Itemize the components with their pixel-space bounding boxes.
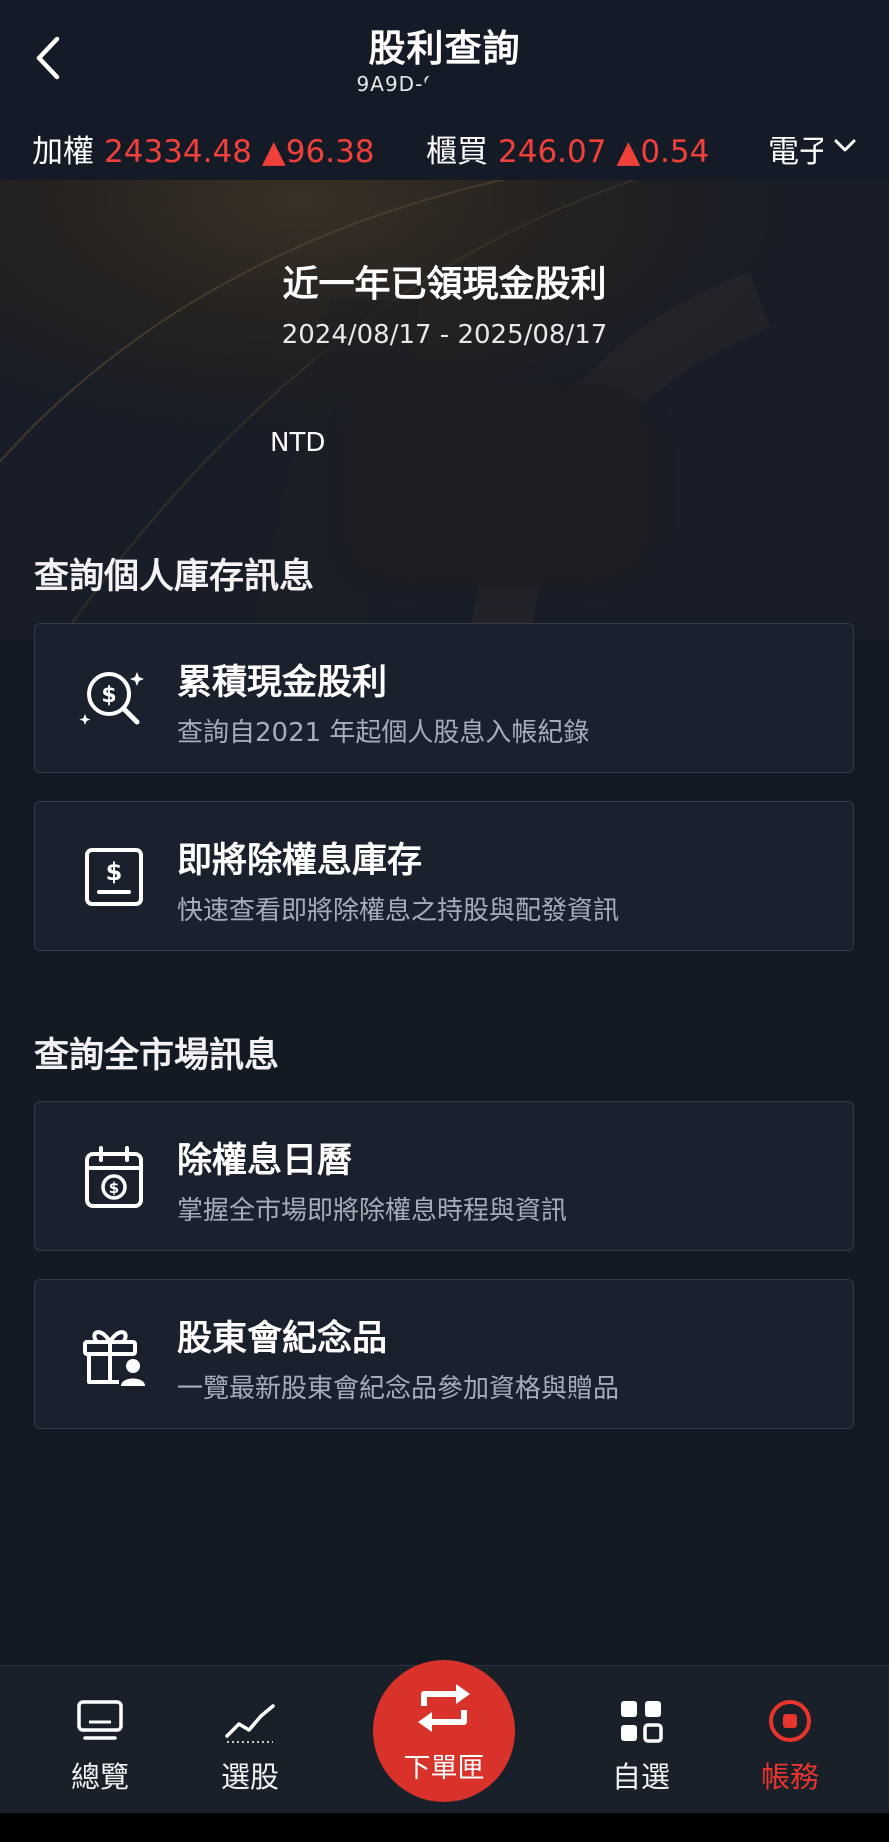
dollar-receipt-icon: $: [85, 848, 143, 906]
nav-label: 選股: [220, 1760, 279, 1794]
svg-text:$: $: [101, 683, 116, 708]
repeat-arrows-icon: [418, 1684, 470, 1732]
ticker-name: 加權: [32, 134, 94, 170]
ticker-name: 電子: [768, 134, 830, 170]
trend-line-icon: [225, 1704, 275, 1743]
ticker-value: 24334.48: [104, 134, 252, 170]
monitor-icon: [77, 1700, 123, 1740]
card-title: 即將除權息庫存: [177, 841, 423, 881]
amount-redaction: [345, 385, 655, 585]
dividend-summary-title: 近一年已領現金股利: [282, 264, 607, 305]
page-title: 股利查詢: [368, 27, 521, 70]
ticker-change: ▲96.38: [261, 134, 375, 170]
personal-section-title: 查詢個人庫存訊息: [34, 557, 315, 597]
nav-account[interactable]: 帳務: [725, 1666, 855, 1814]
date-range: 2024/08/17 - 2025/08/17: [281, 320, 608, 350]
nav-watchlist[interactable]: 自選: [576, 1666, 706, 1814]
order-box-button[interactable]: 下單匣: [373, 1660, 515, 1802]
card-subtitle: 快速查看即將除權息之持股與配發資訊: [177, 896, 620, 926]
grid-icon: [621, 1701, 663, 1743]
top-header: 股利查詢 9A9D-989 加權 24334.48 ▲96.38 櫃買 246.07 ▲…: [0, 0, 889, 180]
card-title: 股東會紀念品: [177, 1319, 388, 1359]
ex-dividend-calendar-card[interactable]: $ 除權息日曆 掌握全市場即將除權息時程與資訊: [34, 1101, 854, 1251]
record-circle-icon: [769, 1700, 811, 1742]
dollar-calendar-icon: $: [85, 1146, 143, 1208]
ticker-expand-button[interactable]: [823, 124, 867, 168]
system-navigation-bar: [0, 1813, 889, 1842]
svg-text:$: $: [106, 858, 123, 886]
nav-label: 自選: [611, 1760, 670, 1794]
ticker-change: ▲0.54: [616, 134, 710, 170]
shareholder-gift-card[interactable]: 股東會紀念品 一覽最新股東會紀念品參加資格與贈品: [34, 1279, 854, 1429]
nav-overview[interactable]: 總覽: [35, 1666, 165, 1814]
account-redaction: [425, 72, 575, 112]
chevron-down-icon: [834, 139, 856, 152]
ticker-name: 櫃買: [426, 134, 488, 170]
order-box-label: 下單匣: [403, 1753, 485, 1784]
ticker-item-taiex[interactable]: 加權 24334.48 ▲96.38: [32, 126, 375, 171]
nav-label: 總覽: [70, 1760, 129, 1794]
ticker-value: 246.07: [498, 134, 607, 170]
svg-text:$: $: [109, 1179, 119, 1197]
dollar-search-icon: $: [79, 672, 144, 725]
nav-stock-picker[interactable]: 選股: [185, 1666, 315, 1814]
card-subtitle: 一覽最新股東會紀念品參加資格與贈品: [177, 1374, 620, 1404]
dividend-currency: NTD: [270, 428, 326, 458]
nav-label: 帳務: [760, 1760, 819, 1794]
market-ticker[interactable]: 加權 24334.48 ▲96.38 櫃買 246.07 ▲0.54 電子: [0, 122, 889, 172]
gift-user-icon: [83, 1330, 145, 1386]
ticker-item-otc[interactable]: 櫃買 246.07 ▲0.54: [426, 126, 709, 171]
upcoming-ex-dividend-holdings-card[interactable]: $ 即將除權息庫存 快速查看即將除權息之持股與配發資訊: [34, 801, 854, 951]
card-title: 除權息日曆: [177, 1141, 353, 1181]
card-title: 累積現金股利: [177, 663, 388, 703]
ticker-item-electronics[interactable]: 電子: [768, 126, 830, 171]
market-section-title: 查詢全市場訊息: [34, 1036, 280, 1076]
accumulated-dividend-card[interactable]: $ 累積現金股利 查詢自2021 年起個人股息入帳紀錄: [34, 623, 854, 773]
card-subtitle: 掌握全市場即將除權息時程與資訊: [177, 1196, 568, 1226]
card-subtitle: 查詢自2021 年起個人股息入帳紀錄: [177, 718, 590, 748]
